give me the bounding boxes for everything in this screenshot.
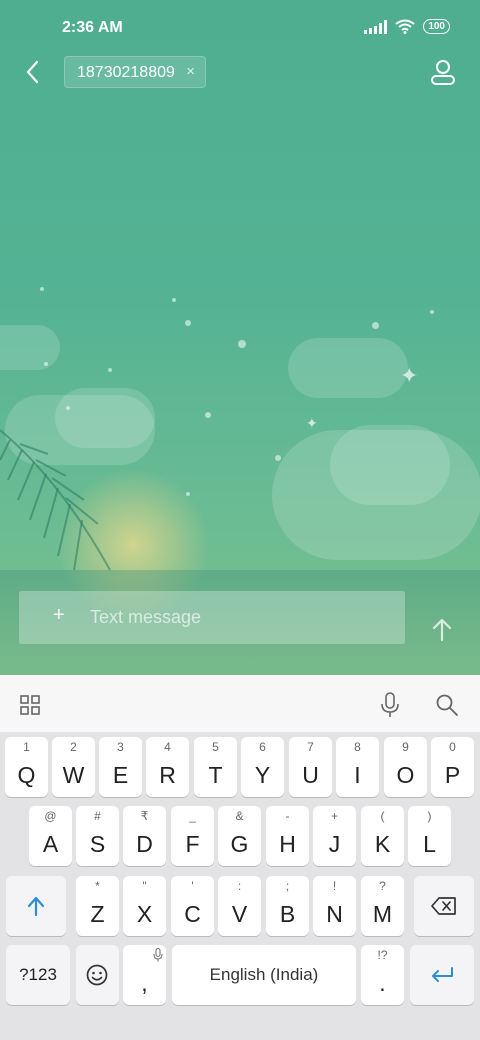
- key-d[interactable]: ₹ D: [123, 806, 166, 866]
- enter-icon: [432, 967, 453, 982]
- key-e[interactable]: 3E: [99, 737, 142, 797]
- apps-grid-icon[interactable]: [20, 695, 40, 715]
- key-k[interactable]: (K: [361, 806, 404, 866]
- star: [185, 320, 191, 326]
- key-m[interactable]: ? M: [361, 876, 404, 936]
- key-a[interactable]: @ A: [29, 806, 72, 866]
- star: [108, 368, 112, 372]
- key-p[interactable]: 0P: [431, 737, 474, 797]
- back-arrow-icon[interactable]: [20, 58, 46, 86]
- contact-icon[interactable]: [428, 58, 458, 86]
- star: [372, 322, 379, 329]
- key-r[interactable]: 4R: [146, 737, 189, 797]
- conversation-background: ✦ ✦: [0, 0, 480, 675]
- keyboard: 1Q 2W 3E 4R 5T 6Y 7U 8I 9O 0P @ A # S ₹ D _…: [0, 732, 480, 1040]
- status-bar: 2:36 AM 100: [0, 0, 480, 56]
- recipient-number: 18730218809: [77, 64, 175, 81]
- star: [205, 412, 211, 418]
- microphone-icon: [153, 948, 163, 962]
- key-b[interactable]: ; B: [266, 876, 309, 936]
- key-v[interactable]: :V: [218, 876, 261, 936]
- symbols-label: ?123: [19, 965, 57, 984]
- cloud-left-top: [0, 325, 60, 370]
- space-label: English (India): [209, 965, 319, 984]
- key-s[interactable]: # S: [76, 806, 119, 866]
- shift-icon: [27, 896, 45, 917]
- microphone-icon[interactable]: [380, 692, 400, 718]
- send-arrow-icon[interactable]: [428, 616, 456, 644]
- cloud-right-b: [330, 425, 450, 505]
- star: [66, 406, 70, 410]
- period-key[interactable]: !?.: [361, 945, 404, 1005]
- symbols-key[interactable]: ?123: [6, 945, 70, 1005]
- key-y[interactable]: 6Y: [241, 737, 284, 797]
- star: [172, 298, 176, 302]
- star: [44, 362, 48, 366]
- sparkle-icon: ✦: [400, 363, 419, 388]
- sparkle-icon: ✦: [306, 415, 318, 431]
- key-l[interactable]: ) L: [408, 806, 451, 866]
- key-o[interactable]: 9O: [384, 737, 427, 797]
- comma-key[interactable]: ,: [123, 945, 166, 1005]
- signal-icon: [364, 19, 388, 34]
- key-j[interactable]: + J: [313, 806, 356, 866]
- key-q[interactable]: 1Q: [5, 737, 48, 797]
- search-icon[interactable]: [435, 693, 459, 717]
- key-f[interactable]: _ F: [171, 806, 214, 866]
- shift-key[interactable]: [6, 876, 66, 936]
- key-z[interactable]: * Z: [76, 876, 119, 936]
- key-x[interactable]: " X: [123, 876, 166, 936]
- key-i[interactable]: 8I: [336, 737, 379, 797]
- key-u[interactable]: 7U: [289, 737, 332, 797]
- status-time: 2:36 AM: [62, 19, 123, 36]
- emoji-key[interactable]: [76, 945, 119, 1005]
- attach-plus-icon[interactable]: +: [53, 604, 65, 627]
- star: [430, 310, 434, 314]
- key-w[interactable]: 2W: [52, 737, 95, 797]
- palm-leaf-decoration: [0, 429, 111, 571]
- key-g[interactable]: & G: [218, 806, 261, 866]
- key-n[interactable]: ! N: [313, 876, 356, 936]
- key-t[interactable]: 5T: [194, 737, 237, 797]
- message-input[interactable]: + Text message: [19, 591, 405, 644]
- recipient-chip[interactable]: 18730218809 ×: [64, 56, 206, 88]
- star: [238, 340, 246, 348]
- backspace-icon: [431, 897, 456, 915]
- battery-icon: 100: [423, 19, 450, 34]
- cloud-right-top: [288, 338, 408, 398]
- status-icons: 100: [364, 19, 450, 34]
- remove-recipient-icon[interactable]: ×: [186, 63, 195, 80]
- keyboard-toolbar: [0, 675, 480, 732]
- star: [40, 287, 44, 291]
- key-h[interactable]: -H: [266, 806, 309, 866]
- key-c[interactable]: ' C: [171, 876, 214, 936]
- space-key[interactable]: English (India): [172, 945, 356, 1005]
- backspace-key[interactable]: [414, 876, 474, 936]
- emoji-icon: [86, 964, 108, 986]
- star: [186, 492, 190, 496]
- message-placeholder: Text message: [90, 607, 202, 627]
- star: [275, 455, 281, 461]
- enter-key[interactable]: [410, 945, 474, 1005]
- wifi-icon: [395, 19, 415, 34]
